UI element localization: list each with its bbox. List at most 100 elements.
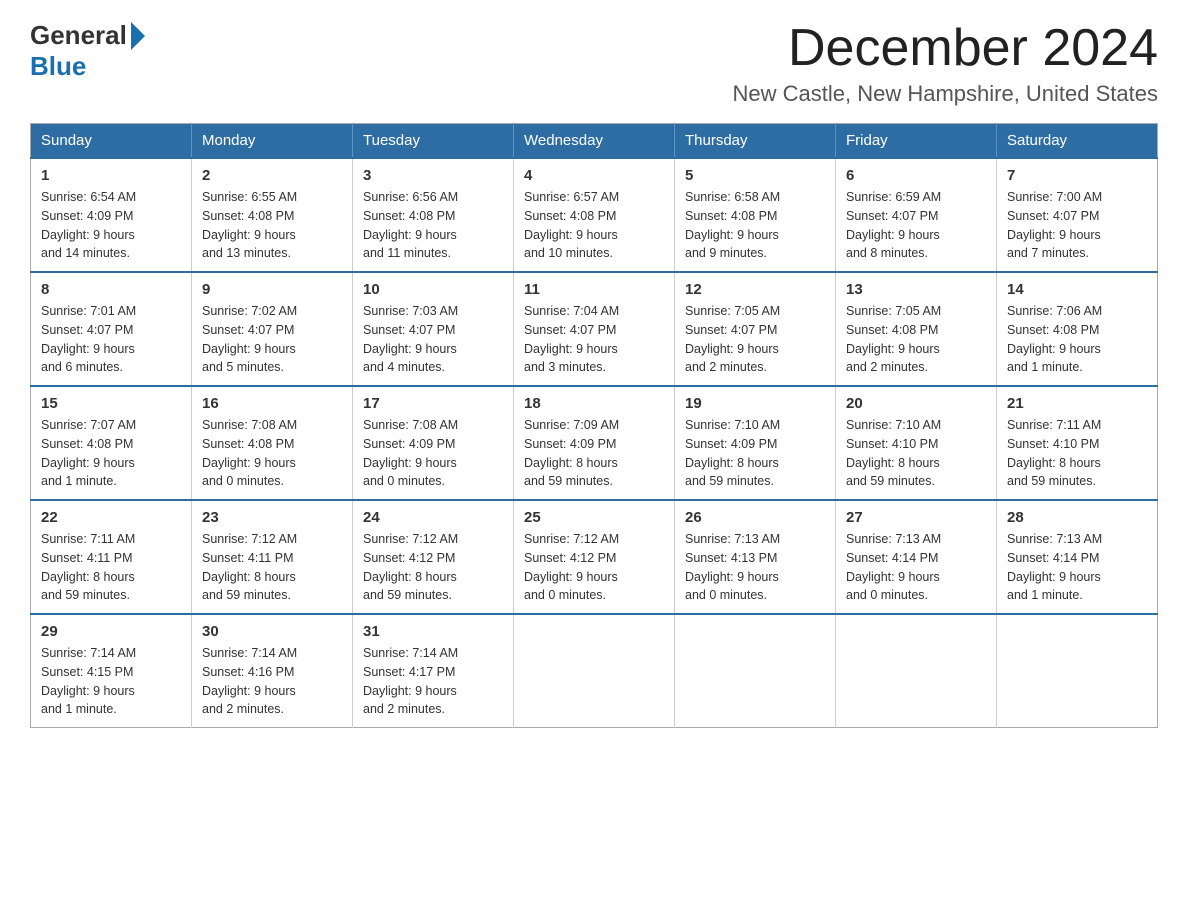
day-number: 3 (363, 167, 503, 184)
day-info: Sunrise: 6:56 AM Sunset: 4:08 PM Dayligh… (363, 188, 503, 263)
day-info: Sunrise: 7:01 AM Sunset: 4:07 PM Dayligh… (41, 302, 181, 377)
day-info: Sunrise: 7:07 AM Sunset: 4:08 PM Dayligh… (41, 416, 181, 491)
calendar-cell: 20 Sunrise: 7:10 AM Sunset: 4:10 PM Dayli… (836, 386, 997, 500)
calendar-header-row: SundayMondayTuesdayWednesdayThursdayFrid… (31, 124, 1158, 159)
day-info: Sunrise: 7:02 AM Sunset: 4:07 PM Dayligh… (202, 302, 342, 377)
logo-general-text: General (30, 20, 127, 51)
day-info: Sunrise: 7:04 AM Sunset: 4:07 PM Dayligh… (524, 302, 664, 377)
day-number: 15 (41, 395, 181, 412)
logo: General Blue (30, 20, 145, 82)
calendar-week-row: 22 Sunrise: 7:11 AM Sunset: 4:11 PM Dayli… (31, 500, 1158, 614)
calendar-cell: 14 Sunrise: 7:06 AM Sunset: 4:08 PM Dayli… (997, 272, 1158, 386)
day-number: 13 (846, 281, 986, 298)
title-area: December 2024 New Castle, New Hampshire,… (733, 20, 1159, 107)
day-number: 7 (1007, 167, 1147, 184)
day-info: Sunrise: 7:08 AM Sunset: 4:09 PM Dayligh… (363, 416, 503, 491)
calendar-cell: 11 Sunrise: 7:04 AM Sunset: 4:07 PM Dayli… (514, 272, 675, 386)
calendar-cell: 4 Sunrise: 6:57 AM Sunset: 4:08 PM Daylig… (514, 158, 675, 272)
calendar-cell: 19Sunrise: 7:10 AM Sunset: 4:09 PM Dayli… (675, 386, 836, 500)
calendar-cell: 29Sunrise: 7:14 AM Sunset: 4:15 PM Dayli… (31, 614, 192, 728)
calendar-cell: 15 Sunrise: 7:07 AM Sunset: 4:08 PM Dayli… (31, 386, 192, 500)
day-number: 23 (202, 509, 342, 526)
day-info: Sunrise: 7:12 AM Sunset: 4:12 PM Dayligh… (524, 530, 664, 605)
logo-triangle-icon (131, 22, 145, 50)
day-info: Sunrise: 7:06 AM Sunset: 4:08 PM Dayligh… (1007, 302, 1147, 377)
weekday-header-thursday: Thursday (675, 124, 836, 159)
day-number: 17 (363, 395, 503, 412)
day-number: 4 (524, 167, 664, 184)
day-info: Sunrise: 6:58 AM Sunset: 4:08 PM Dayligh… (685, 188, 825, 263)
day-number: 25 (524, 509, 664, 526)
calendar-cell: 12Sunrise: 7:05 AM Sunset: 4:07 PM Dayli… (675, 272, 836, 386)
calendar-cell: 1Sunrise: 6:54 AM Sunset: 4:09 PM Daylig… (31, 158, 192, 272)
calendar-cell: 9 Sunrise: 7:02 AM Sunset: 4:07 PM Daylig… (192, 272, 353, 386)
calendar-cell: 3 Sunrise: 6:56 AM Sunset: 4:08 PM Daylig… (353, 158, 514, 272)
calendar-cell: 21 Sunrise: 7:11 AM Sunset: 4:10 PM Dayli… (997, 386, 1158, 500)
day-info: Sunrise: 7:12 AM Sunset: 4:11 PM Dayligh… (202, 530, 342, 605)
location-subtitle: New Castle, New Hampshire, United States (733, 81, 1159, 107)
day-number: 29 (41, 623, 181, 640)
calendar-cell: 8 Sunrise: 7:01 AM Sunset: 4:07 PM Daylig… (31, 272, 192, 386)
calendar-cell: 30 Sunrise: 7:14 AM Sunset: 4:16 PM Dayli… (192, 614, 353, 728)
calendar-cell: 17 Sunrise: 7:08 AM Sunset: 4:09 PM Dayli… (353, 386, 514, 500)
day-number: 28 (1007, 509, 1147, 526)
day-info: Sunrise: 7:03 AM Sunset: 4:07 PM Dayligh… (363, 302, 503, 377)
calendar-cell: 13 Sunrise: 7:05 AM Sunset: 4:08 PM Dayli… (836, 272, 997, 386)
calendar-cell: 10 Sunrise: 7:03 AM Sunset: 4:07 PM Dayli… (353, 272, 514, 386)
day-number: 26 (685, 509, 825, 526)
calendar-cell: 7 Sunrise: 7:00 AM Sunset: 4:07 PM Daylig… (997, 158, 1158, 272)
calendar-cell (997, 614, 1158, 728)
day-number: 30 (202, 623, 342, 640)
calendar-cell: 22 Sunrise: 7:11 AM Sunset: 4:11 PM Dayli… (31, 500, 192, 614)
day-info: Sunrise: 6:57 AM Sunset: 4:08 PM Dayligh… (524, 188, 664, 263)
day-number: 24 (363, 509, 503, 526)
day-info: Sunrise: 7:09 AM Sunset: 4:09 PM Dayligh… (524, 416, 664, 491)
calendar-cell: 28Sunrise: 7:13 AM Sunset: 4:14 PM Dayli… (997, 500, 1158, 614)
calendar-cell: 27Sunrise: 7:13 AM Sunset: 4:14 PM Dayli… (836, 500, 997, 614)
day-info: Sunrise: 7:11 AM Sunset: 4:10 PM Dayligh… (1007, 416, 1147, 491)
day-number: 27 (846, 509, 986, 526)
day-info: Sunrise: 7:13 AM Sunset: 4:13 PM Dayligh… (685, 530, 825, 605)
day-number: 31 (363, 623, 503, 640)
day-info: Sunrise: 6:59 AM Sunset: 4:07 PM Dayligh… (846, 188, 986, 263)
day-number: 14 (1007, 281, 1147, 298)
calendar-cell: 31Sunrise: 7:14 AM Sunset: 4:17 PM Dayli… (353, 614, 514, 728)
calendar-table: SundayMondayTuesdayWednesdayThursdayFrid… (30, 123, 1158, 728)
calendar-week-row: 8 Sunrise: 7:01 AM Sunset: 4:07 PM Daylig… (31, 272, 1158, 386)
logo-blue-text: Blue (30, 51, 86, 82)
day-number: 9 (202, 281, 342, 298)
calendar-cell: 18 Sunrise: 7:09 AM Sunset: 4:09 PM Dayli… (514, 386, 675, 500)
calendar-cell: 2Sunrise: 6:55 AM Sunset: 4:08 PM Daylig… (192, 158, 353, 272)
day-info: Sunrise: 7:10 AM Sunset: 4:10 PM Dayligh… (846, 416, 986, 491)
day-info: Sunrise: 7:05 AM Sunset: 4:07 PM Dayligh… (685, 302, 825, 377)
weekday-header-wednesday: Wednesday (514, 124, 675, 159)
calendar-cell: 23 Sunrise: 7:12 AM Sunset: 4:11 PM Dayli… (192, 500, 353, 614)
weekday-header-friday: Friday (836, 124, 997, 159)
day-number: 10 (363, 281, 503, 298)
calendar-cell: 16Sunrise: 7:08 AM Sunset: 4:08 PM Dayli… (192, 386, 353, 500)
day-number: 8 (41, 281, 181, 298)
day-number: 2 (202, 167, 342, 184)
day-info: Sunrise: 7:05 AM Sunset: 4:08 PM Dayligh… (846, 302, 986, 377)
calendar-cell (836, 614, 997, 728)
day-number: 1 (41, 167, 181, 184)
calendar-week-row: 1Sunrise: 6:54 AM Sunset: 4:09 PM Daylig… (31, 158, 1158, 272)
header: General Blue December 2024 New Castle, N… (30, 20, 1158, 107)
weekday-header-sunday: Sunday (31, 124, 192, 159)
weekday-header-monday: Monday (192, 124, 353, 159)
day-number: 5 (685, 167, 825, 184)
weekday-header-tuesday: Tuesday (353, 124, 514, 159)
day-number: 21 (1007, 395, 1147, 412)
day-info: Sunrise: 7:14 AM Sunset: 4:16 PM Dayligh… (202, 644, 342, 719)
calendar-cell (514, 614, 675, 728)
day-number: 6 (846, 167, 986, 184)
day-number: 18 (524, 395, 664, 412)
day-info: Sunrise: 7:11 AM Sunset: 4:11 PM Dayligh… (41, 530, 181, 605)
calendar-cell: 5 Sunrise: 6:58 AM Sunset: 4:08 PM Daylig… (675, 158, 836, 272)
day-number: 20 (846, 395, 986, 412)
day-number: 11 (524, 281, 664, 298)
month-title: December 2024 (733, 20, 1159, 77)
day-info: Sunrise: 7:00 AM Sunset: 4:07 PM Dayligh… (1007, 188, 1147, 263)
day-number: 22 (41, 509, 181, 526)
weekday-header-saturday: Saturday (997, 124, 1158, 159)
